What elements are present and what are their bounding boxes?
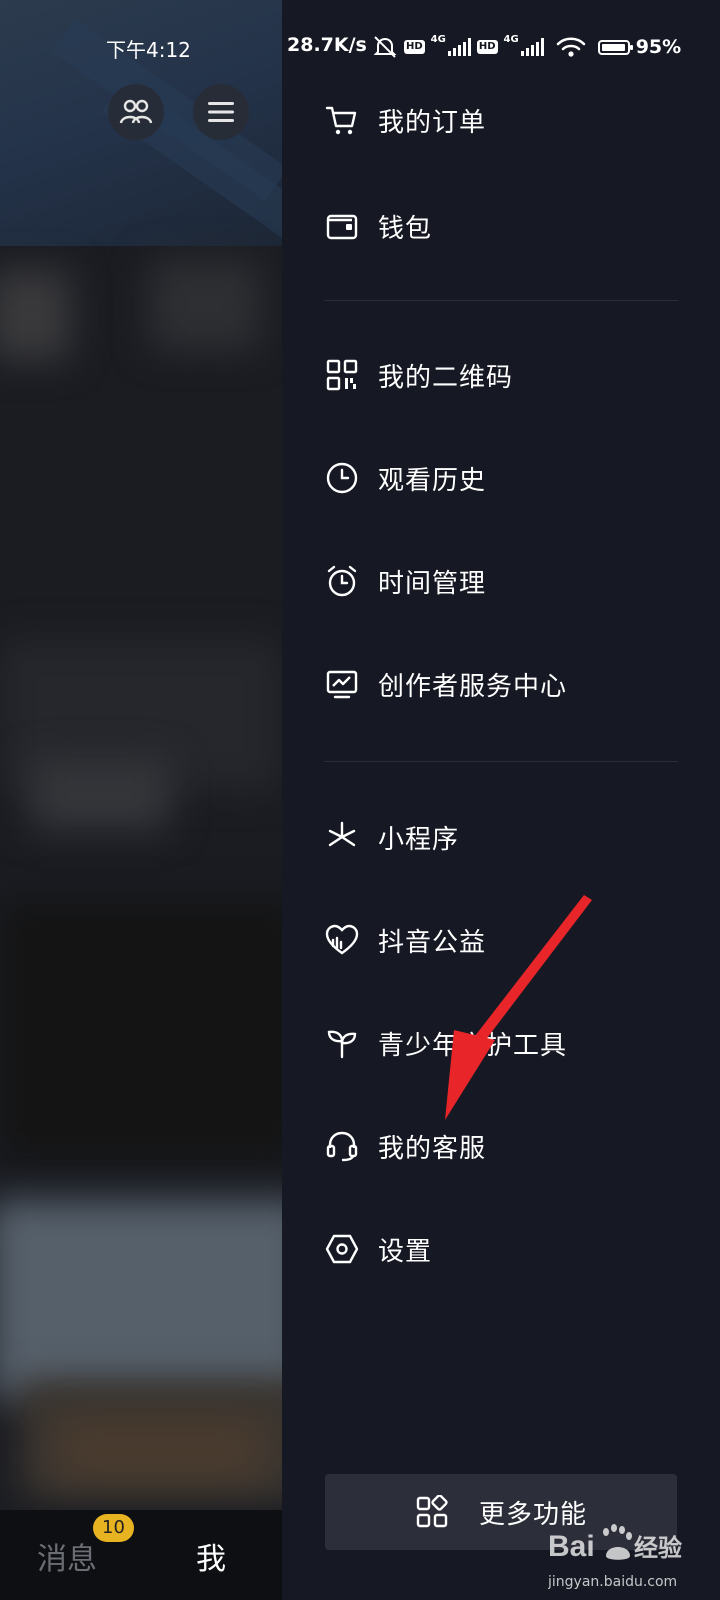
signal-icon (520, 38, 544, 56)
menu-label: 小程序 (378, 824, 460, 855)
hamburger-icon (208, 102, 234, 122)
menu-label: 创作者服务中心 (378, 671, 568, 702)
mute-bell-icon (373, 36, 397, 58)
headset-icon (326, 1131, 358, 1162)
menu-item-customer-service[interactable]: 我的客服 (320, 1116, 680, 1176)
watermark-brand2: 经验 (634, 1534, 682, 1562)
status-bar: 下午4:12 28.7K/s HD 4G HD 4G 95% (0, 0, 720, 96)
sprout-icon (327, 1030, 357, 1059)
menu-item-youth-guard[interactable]: 青少年守护工具 (320, 1013, 680, 1073)
menu-label: 我的二维码 (378, 362, 514, 393)
menu-label: 钱包 (378, 213, 433, 244)
wifi-icon (556, 37, 585, 57)
hexagon-settings-icon (325, 1234, 359, 1264)
menu-label: 我的客服 (378, 1133, 487, 1164)
status-time: 下午4:12 (106, 38, 191, 62)
mini-program-icon (328, 821, 356, 847)
chart-monitor-icon (326, 670, 358, 699)
menu-label: 青少年守护工具 (378, 1030, 568, 1061)
menu-item-creator-center[interactable]: 创作者服务中心 (320, 654, 680, 714)
menu-item-settings[interactable]: 设置 (320, 1219, 680, 1279)
menu-item-time-management[interactable]: 时间管理 (320, 551, 680, 611)
battery-percent: 95% (635, 36, 682, 58)
menu-label: 观看历史 (378, 465, 487, 496)
divider (324, 300, 678, 301)
menu-label: 时间管理 (378, 568, 487, 599)
tab-messages[interactable]: 消息 (37, 1534, 97, 1578)
menu-item-qr-code[interactable]: 我的二维码 (320, 345, 680, 405)
divider (324, 761, 678, 762)
messages-badge: 10 (93, 1514, 134, 1542)
menu-item-charity[interactable]: 抖音公益 (320, 910, 680, 970)
menu-item-wallet[interactable]: 钱包 (320, 196, 680, 256)
hd-badge: HD (404, 40, 425, 54)
watermark-url: jingyan.baidu.com (548, 1574, 677, 1590)
wallet-icon (326, 214, 358, 240)
friends-icon (119, 99, 153, 124)
network-type: 4G (430, 34, 446, 45)
menu-item-mini-programs[interactable]: 小程序 (320, 807, 680, 867)
tab-me[interactable]: 我 (196, 1534, 226, 1578)
watermark-brand: Bai (548, 1530, 595, 1563)
cart-icon (325, 106, 357, 135)
blurred-background (0, 0, 330, 1600)
hd-badge: HD (476, 40, 498, 54)
battery-icon (597, 39, 633, 55)
charity-heart-icon (325, 924, 359, 955)
network-speed: 28.7K/s (287, 34, 367, 56)
status-icons: HD 4G HD 4G 95% (372, 34, 681, 60)
alarm-clock-icon (327, 565, 357, 597)
bottom-nav: 消息 我 (0, 1510, 282, 1600)
qr-code-icon (326, 359, 358, 391)
menu-label: 设置 (378, 1236, 433, 1267)
clock-icon (326, 462, 358, 494)
menu-item-orders[interactable]: 我的订单 (320, 90, 680, 150)
screen: 消息 我 10 我的订单 钱包 我的二维码 观看历史 时间管理 创作者服务中心 … (0, 0, 720, 1600)
signal-icon (447, 38, 471, 56)
network-type: 4G (503, 34, 519, 45)
grid-icon (416, 1495, 448, 1528)
menu-label: 我的订单 (378, 107, 487, 138)
menu-label: 抖音公益 (378, 927, 487, 958)
baidu-jingyan-watermark: Bai 经验 jingyan.baidu.com (547, 1516, 718, 1596)
menu-item-watch-history[interactable]: 观看历史 (320, 448, 680, 508)
